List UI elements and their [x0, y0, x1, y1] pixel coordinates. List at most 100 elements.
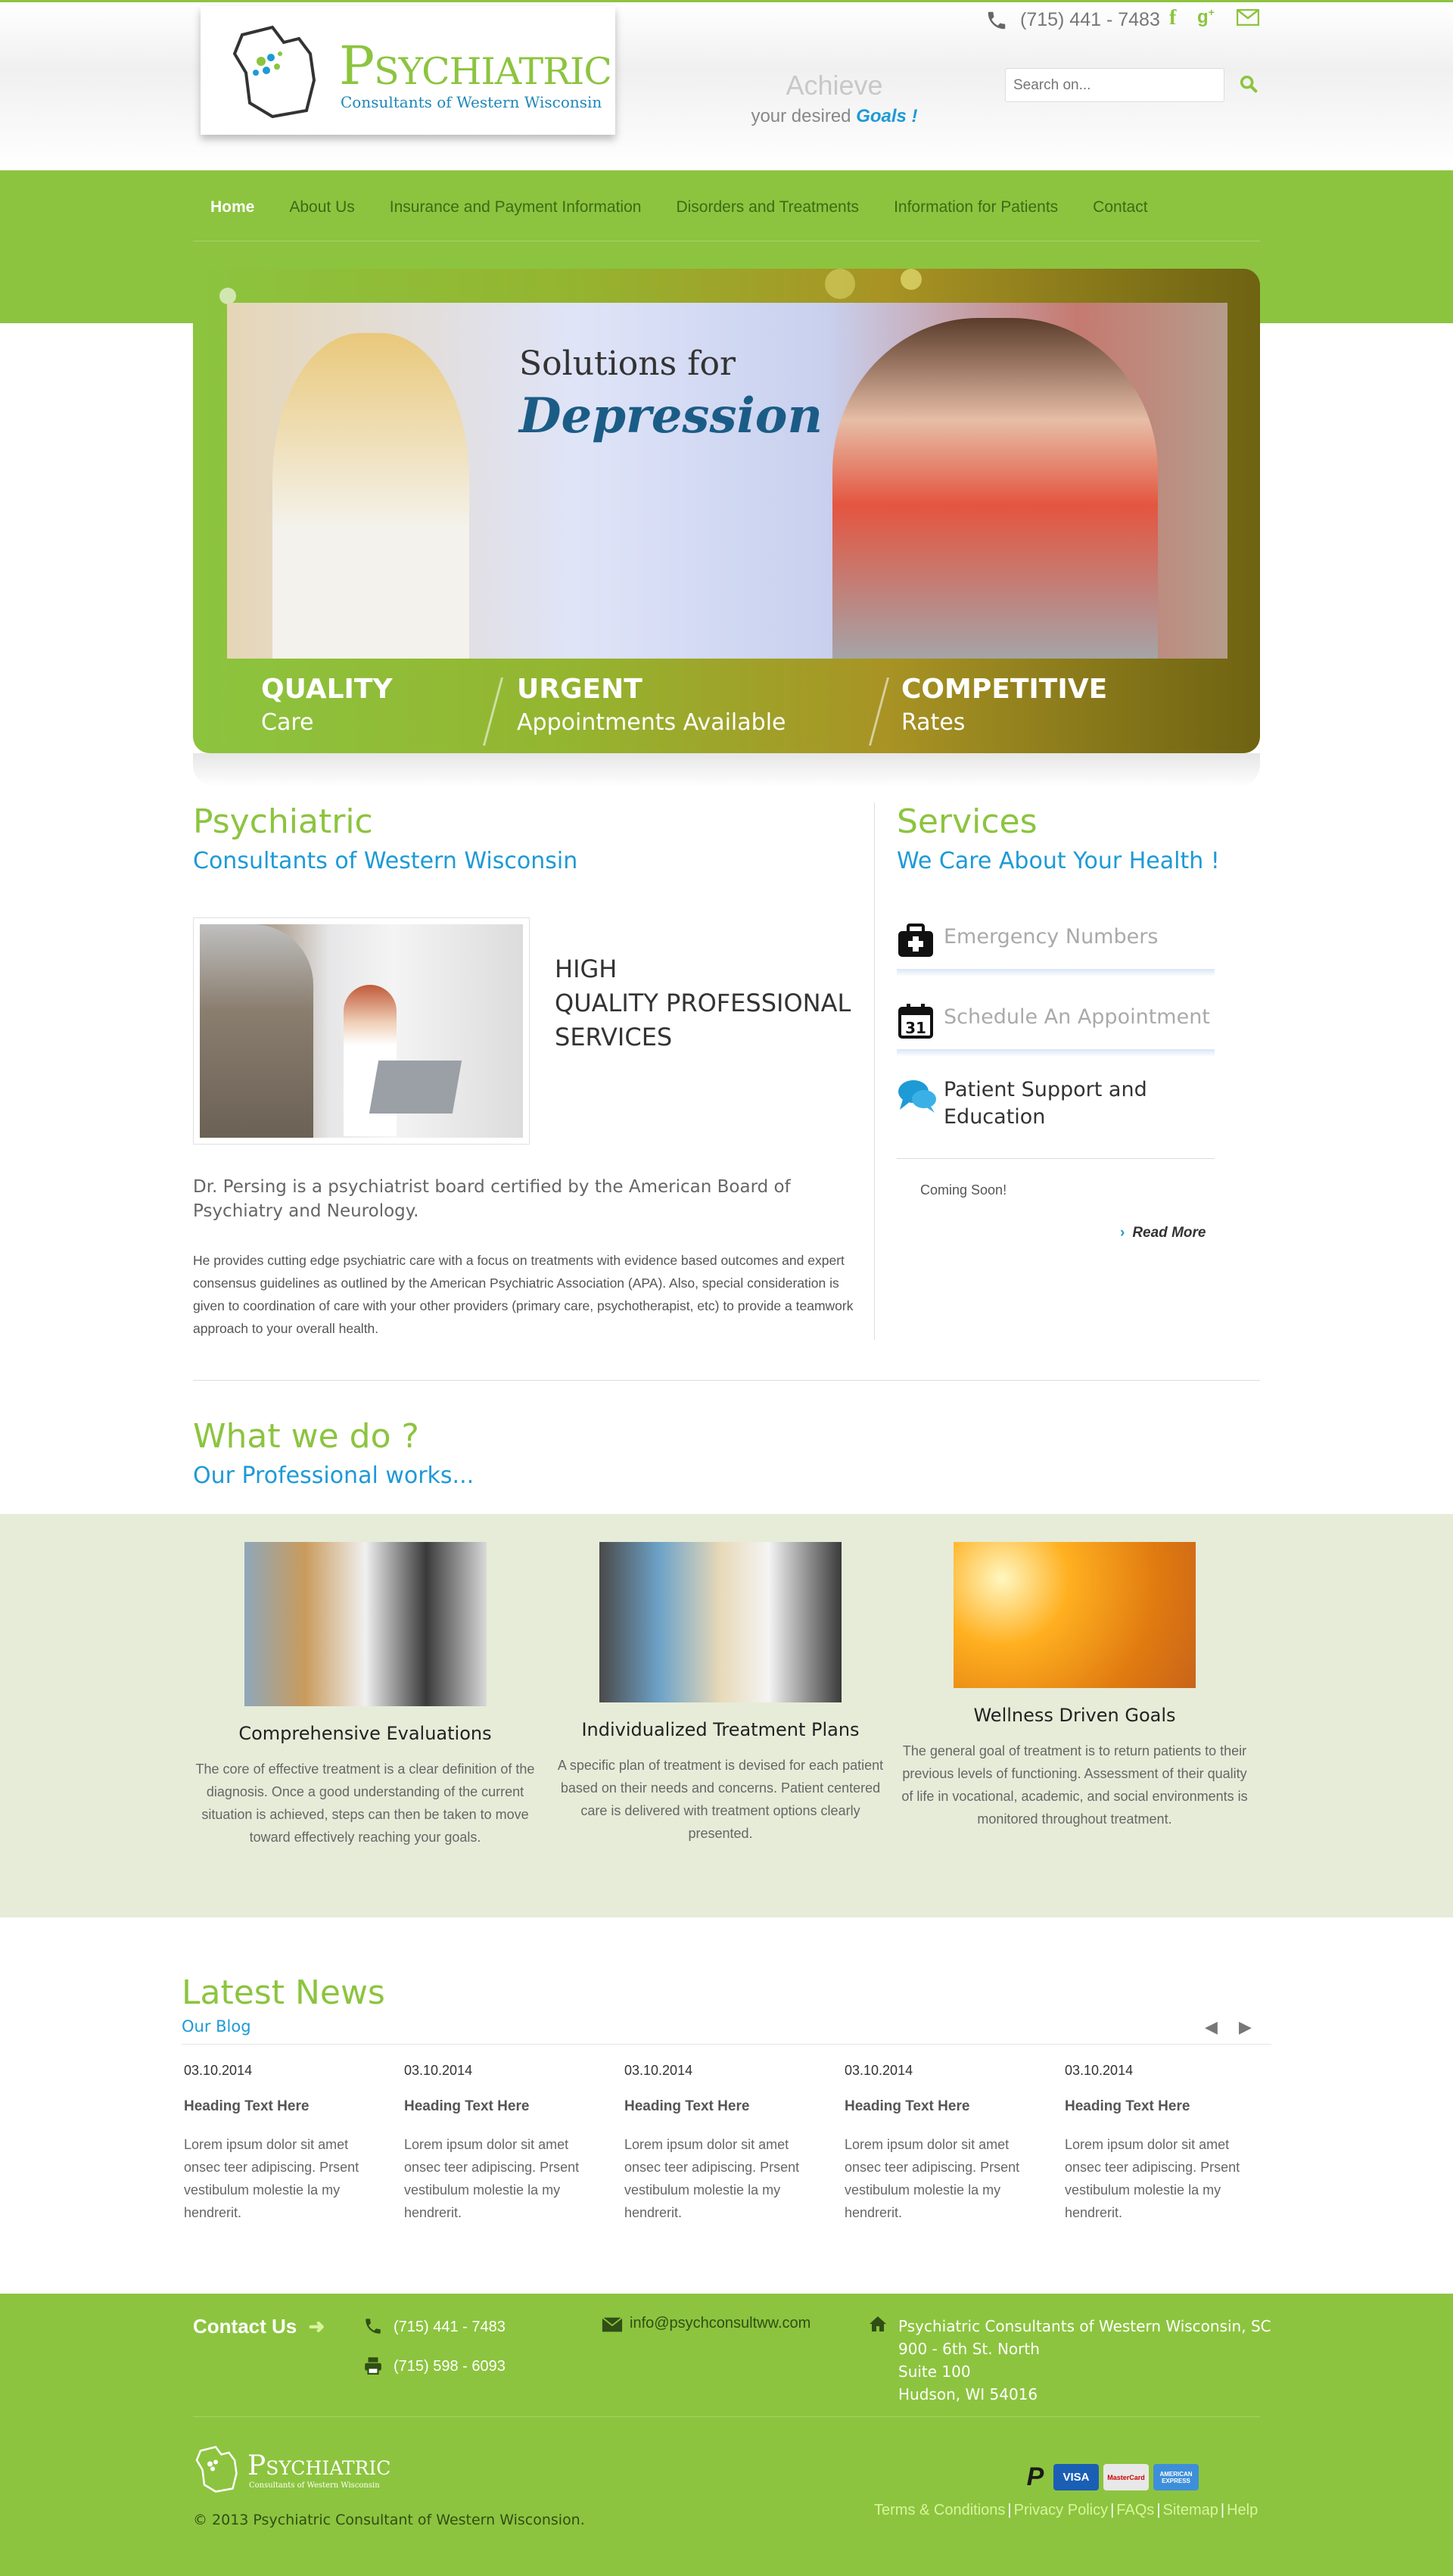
news-date: 03.10.2014 [624, 2063, 693, 2078]
service-label: Emergency Numbers [944, 925, 1159, 948]
footer-phone[interactable]: (715) 441 - 7483 [394, 2319, 506, 2336]
site-logo[interactable]: Psychiatric Consultants of Western Wisco… [201, 6, 615, 135]
address-line: Hudson, WI 54016 [898, 2385, 1038, 2403]
intro-lead: Dr. Persing is a psychiatrist board cert… [193, 1177, 791, 1221]
card-evaluations: Comprehensive Evaluations The core of ef… [189, 1542, 541, 1849]
google-plus-icon[interactable]: g+ [1197, 6, 1215, 28]
card-image [244, 1542, 487, 1706]
chevron-right-icon: › [1120, 1225, 1125, 1241]
news-heading[interactable]: Heading Text Here [845, 2098, 1041, 2115]
news-item[interactable]: 03.10.2014 Heading Text Here Lorem ipsum d… [184, 2063, 381, 2224]
facebook-icon[interactable]: f [1169, 6, 1176, 30]
service-divider [897, 1158, 1215, 1159]
intro-subtitle: Consultants of Western Wisconsin [193, 848, 578, 874]
logo-subtitle: Consultants of Western Wisconsin [341, 93, 602, 111]
nav-insurance[interactable]: Insurance and Payment Information [372, 188, 659, 241]
service-appointment[interactable]: 31 Schedule An Appointment [897, 998, 1215, 1058]
column-divider [874, 802, 875, 1340]
news-text: Lorem ipsum dolor sit amet onsec teer ad… [845, 2137, 1020, 2220]
feature-title: COMPETITIVE [901, 674, 1108, 705]
calendar-icon: 31 [898, 1004, 933, 1039]
services-title: Services [897, 802, 1038, 841]
footer-links: Terms & Conditions | Privacy Policy | FAQs | S… [874, 2502, 1258, 2519]
feature-sub: Rates [901, 709, 966, 736]
footer-contact-label: Contact Us ➜ [193, 2315, 325, 2338]
link-separator: | [1007, 2502, 1012, 2518]
nav-disorders[interactable]: Disorders and Treatments [658, 188, 876, 241]
phone-icon [366, 2319, 381, 2334]
nav-home[interactable]: Home [193, 188, 272, 241]
news-subtitle: Our Blog [182, 2017, 251, 2036]
link-privacy[interactable]: Privacy Policy [1014, 2502, 1108, 2518]
feature-competitive: COMPETITIVE Rates [901, 674, 1107, 736]
doctor-photo [193, 917, 530, 1145]
footer-email[interactable]: info@psychconsultww.com [630, 2315, 811, 2332]
wisconsin-map-icon [195, 2446, 238, 2493]
hq-services-heading: HIGH QUALITY PROFESSIONAL SERVICES [555, 952, 851, 1054]
hero-slider[interactable]: Solutions for Depression QUALITY Care URG… [193, 269, 1260, 753]
news-item[interactable]: 03.10.2014 Heading Text Here Lorem ipsum d… [404, 2063, 601, 2224]
search-input[interactable] [1005, 68, 1224, 102]
service-patient-support[interactable]: Patient Support and Education [897, 1075, 1215, 1158]
news-text: Lorem ipsum dolor sit amet onsec teer ad… [624, 2137, 800, 2220]
link-separator: | [1110, 2502, 1115, 2518]
tagline-achieve: Achieve [786, 70, 883, 101]
news-heading[interactable]: Heading Text Here [624, 2098, 821, 2115]
visa-icon: VISA [1053, 2464, 1099, 2490]
what-title: What we do ? [193, 1417, 419, 1456]
card-title: Comprehensive Evaluations [238, 1723, 492, 1744]
service-expanded-text: Coming Soon! [920, 1182, 1007, 1198]
link-help[interactable]: Help [1227, 2502, 1258, 2518]
calendar-icon-day: 31 [905, 1019, 926, 1037]
card-image [599, 1542, 842, 1702]
footer-logo-title: Psychiatric [247, 2450, 391, 2481]
feature-sub: Appointments Available [517, 709, 786, 736]
footer-logo[interactable]: Psychiatric Consultants of Western Wisco… [193, 2441, 390, 2498]
hero-image: Solutions for Depression [227, 303, 1227, 659]
tagline-goals: your desired Goals ! [681, 106, 988, 127]
read-more-label: Read More [1132, 1225, 1206, 1241]
news-divider [182, 2044, 1271, 2045]
nav-patient-info[interactable]: Information for Patients [876, 188, 1075, 241]
service-underline [897, 969, 1215, 977]
amex-icon: AMERICAN EXPRESS [1153, 2464, 1199, 2490]
feature-sub: Care [261, 709, 314, 736]
news-heading[interactable]: Heading Text Here [1065, 2098, 1262, 2115]
footer-address: Psychiatric Consultants of Western Wisco… [898, 2315, 1271, 2406]
news-text: Lorem ipsum dolor sit amet onsec teer ad… [184, 2137, 359, 2220]
news-item[interactable]: 03.10.2014 Heading Text Here Lorem ipsum d… [624, 2063, 821, 2224]
section-divider [193, 1380, 1260, 1381]
news-heading[interactable]: Heading Text Here [404, 2098, 601, 2115]
card-treatment-plans: Individualized Treatment Plans A specifi… [550, 1542, 891, 1845]
news-item[interactable]: 03.10.2014 Heading Text Here Lorem ipsum d… [845, 2063, 1041, 2224]
tagline-prefix: your desired [751, 106, 851, 126]
link-faqs[interactable]: FAQs [1116, 2502, 1154, 2518]
hero-person-left [272, 333, 469, 659]
search-icon[interactable] [1238, 73, 1259, 95]
news-item[interactable]: 03.10.2014 Heading Text Here Lorem ipsum d… [1065, 2063, 1262, 2224]
nav-about-us[interactable]: About Us [272, 188, 372, 241]
bokeh-dot [825, 269, 855, 299]
news-title: Latest News [182, 1973, 385, 2012]
feature-title: QUALITY [261, 674, 393, 705]
feature-divider [482, 677, 504, 746]
link-sitemap[interactable]: Sitemap [1163, 2502, 1218, 2518]
nav-contact[interactable]: Contact [1075, 188, 1165, 241]
home-icon [870, 2316, 886, 2331]
feature-quality: QUALITY Care [261, 674, 393, 736]
card-text: The core of effective treatment is a cle… [195, 1761, 535, 1845]
paypal-icon: P [1026, 2462, 1044, 2491]
main-nav: Home About Us Insurance and Payment Info… [193, 188, 1165, 241]
mastercard-icon: MasterCard [1103, 2464, 1149, 2490]
patient-figure [200, 924, 313, 1138]
news-heading[interactable]: Heading Text Here [184, 2098, 381, 2115]
email-icon [602, 2316, 623, 2332]
feature-urgent: URGENT Appointments Available [517, 674, 786, 736]
prev-arrow-icon[interactable]: ◀ [1205, 2017, 1218, 2037]
read-more-link[interactable]: › Read More [1120, 1225, 1206, 1241]
link-terms[interactable]: Terms & Conditions [874, 2502, 1005, 2518]
arrow-right-icon: ➜ [308, 2315, 325, 2338]
next-arrow-icon[interactable]: ▶ [1239, 2017, 1252, 2037]
service-emergency[interactable]: Emergency Numbers [897, 917, 1215, 978]
email-icon[interactable] [1237, 9, 1259, 26]
